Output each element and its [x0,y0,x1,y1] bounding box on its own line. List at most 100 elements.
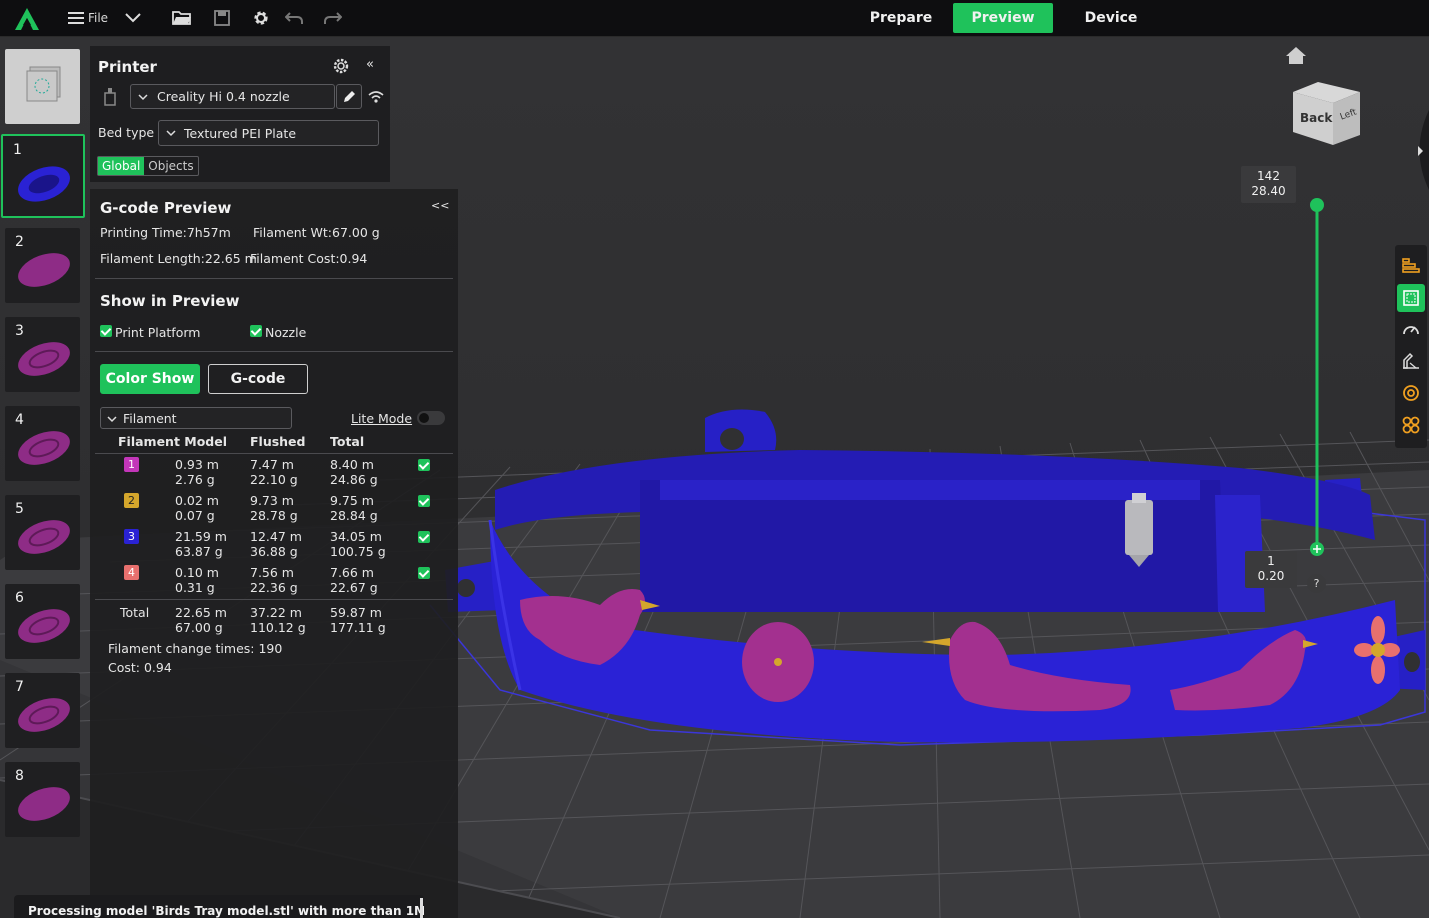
tab-global[interactable]: Global [98,157,145,175]
flushed-weight: 22.10 g [250,472,298,487]
header-filament-model: Filament Model [118,434,228,449]
multi-part-icon[interactable] [1397,411,1425,439]
filament-swatch[interactable]: 3 [124,529,139,544]
filament-swatch[interactable]: 2 [124,493,139,508]
flushed-length: 7.56 m [250,565,294,580]
flushed-weight: 36.88 g [250,544,298,559]
settings-gear-icon[interactable] [249,6,273,30]
printer-device-icon [104,88,116,106]
filament-change-times: Filament change times: 190 [108,641,283,656]
plate-item-1[interactable]: 1 [1,134,85,218]
filament-cost: Filament Cost:0.94 [250,251,368,266]
lite-mode-toggle[interactable] [417,411,445,425]
tab-preview[interactable]: Preview [953,3,1053,33]
pencil-icon [344,91,355,102]
printing-time: Printing Time:7h57m [100,225,231,240]
status-divider [420,898,423,918]
filament-visible-checkbox[interactable] [418,531,430,543]
total-length: 8.40 m [330,457,374,472]
undo-icon[interactable] [282,6,306,30]
model-length: 0.02 m [175,493,219,508]
help-button[interactable]: ? [1307,574,1326,593]
save-icon[interactable] [210,6,234,30]
divider [95,351,453,352]
chevron-down-icon [107,416,117,423]
divider [95,278,453,279]
edit-printer-button[interactable] [336,84,362,109]
plate-item-6[interactable]: 6 [5,584,80,659]
open-folder-icon[interactable] [170,6,194,30]
printer-select[interactable]: Creality Hi 0.4 nozzle [130,84,335,109]
filament-visible-checkbox[interactable] [418,567,430,579]
view-cube-back-label: Back [1300,111,1333,125]
color-view-icon[interactable] [1397,284,1425,312]
plate-item-3[interactable]: 3 [5,317,80,392]
print-platform-checkbox[interactable] [100,325,112,337]
divider [95,599,453,600]
support-view-icon[interactable] [1397,347,1425,375]
bed-type-value: Textured PEI Plate [184,126,297,141]
status-notification: Processing model 'Birds Tray model.stl' … [14,895,424,918]
settings-scope-tabs: Global Objects [97,156,199,176]
bed-type-select[interactable]: Textured PEI Plate [158,120,379,146]
file-menu-button[interactable]: File [66,6,110,30]
view-type-select[interactable]: Filament [100,407,292,429]
filament-visible-checkbox[interactable] [418,495,430,507]
redo-icon[interactable] [321,6,345,30]
nozzle-checkbox[interactable] [250,325,262,337]
speed-gauge-icon[interactable] [1397,316,1425,344]
filament-weight: Filament Wt:67.00 g [253,225,380,240]
tab-objects[interactable]: Objects [144,157,197,175]
total-flushed-weight: 110.12 g [250,620,306,635]
plate-item-8[interactable]: 8 [5,762,80,837]
filament-visible-checkbox[interactable] [418,459,430,471]
tab-device[interactable]: Device [1055,3,1167,33]
chevron-down-icon[interactable] [122,6,144,30]
top-toolbar: File Prepare Preview Device [0,0,1429,37]
flushed-length: 9.73 m [250,493,294,508]
printer-name: Creality Hi 0.4 nozzle [157,89,290,104]
color-show-button[interactable]: Color Show [100,364,200,394]
right-toolbar [1395,245,1427,448]
menu-icon [67,12,84,24]
flushed-weight: 22.36 g [250,580,298,595]
gcode-button[interactable]: G-code [208,364,308,394]
plate-item-5[interactable]: 5 [5,495,80,570]
wifi-icon[interactable] [368,90,384,104]
header-flushed: Flushed [250,434,306,449]
printer-title: Printer [98,58,157,76]
creality-logo-icon[interactable] [14,7,40,31]
total-weight: 28.84 g [330,508,378,523]
printer-panel: Printer « Creality Hi 0.4 nozzle Bed typ… [90,46,390,182]
filament-swatch[interactable]: 4 [124,565,139,580]
filament-swatch[interactable]: 1 [124,457,139,472]
nozzle-label: Nozzle [265,325,307,340]
target-icon[interactable] [1397,379,1425,407]
total-flushed-length: 37.22 m [250,605,302,620]
tab-prepare[interactable]: Prepare [853,3,949,33]
print-platform-label: Print Platform [115,325,201,340]
plate-overview-thumbnail[interactable] [5,49,80,124]
total-all-length: 59.87 m [330,605,382,620]
lite-mode-label: Lite Mode [351,411,413,426]
top-layer-height: 28.40 [1251,184,1286,198]
model-length: 0.93 m [175,457,219,472]
bed-type-label: Bed type [98,125,155,140]
app-window: File Prepare Preview Device Back Left 14… [0,0,1429,918]
total-length: 34.05 m [330,529,382,544]
collapse-button[interactable]: << [431,199,449,212]
plate-item-2[interactable]: 2 [5,228,80,303]
layers-icon[interactable] [1397,251,1425,279]
mode-tabs: Prepare Preview Device [853,3,1167,33]
plate-item-7[interactable]: 7 [5,673,80,748]
total-all-weight: 177.11 g [330,620,386,635]
chevron-down-icon [166,130,176,137]
flushed-length: 7.47 m [250,457,294,472]
plate-item-4[interactable]: 4 [5,406,80,481]
collapse-double-chevron-icon[interactable]: « [366,57,374,72]
model-weight: 63.87 g [175,544,223,559]
bottom-layer-label: 1 0.20 [1245,551,1297,588]
printer-settings-icon[interactable] [332,57,350,75]
total-length: 7.66 m [330,565,374,580]
total-weight: 24.86 g [330,472,378,487]
